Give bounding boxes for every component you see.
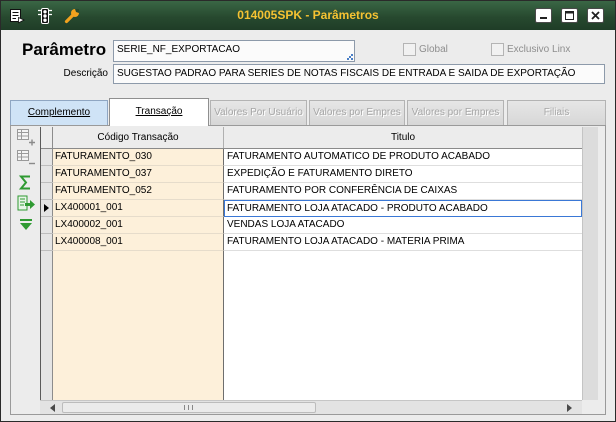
horizontal-scroll-thumb[interactable]	[62, 402, 316, 413]
column-header-titulo[interactable]: Titulo	[224, 127, 582, 148]
parametro-value: SERIE_NF_EXPORTACAO	[117, 44, 240, 55]
tab-valores-por-empresa-2[interactable]: Valores por Empres	[407, 100, 504, 125]
tab-label: Valores por Empres	[313, 107, 401, 118]
tab-valores-por-empresa[interactable]: Valores por Empres	[309, 100, 405, 125]
title-bar[interactable]: 014005SPK - Parâmetros	[1, 1, 615, 30]
tab-filiais[interactable]: Filiais	[507, 100, 606, 125]
descricao-label: Descrição	[63, 68, 108, 79]
notes-icon[interactable]	[9, 8, 25, 24]
table-row[interactable]: FATURAMENTO_037 EXPEDIÇÃO E FATURAMENTO …	[41, 166, 582, 183]
row-indicator[interactable]	[41, 217, 53, 234]
export-icon	[17, 195, 35, 211]
exclusivo-linx-checkbox[interactable]	[491, 43, 504, 56]
maximize-icon	[565, 11, 574, 20]
cell-titulo[interactable]: FATURAMENTO LOJA ATACADO - PRODUTO ACABA…	[224, 200, 582, 217]
sigma-icon	[18, 175, 30, 190]
add-row-button[interactable]	[15, 127, 37, 146]
tab-label: Valores Por Usuário	[214, 107, 303, 118]
window-title: 014005SPK - Parâmetros	[237, 8, 379, 22]
cell-codigo-transacao[interactable]: LX400002_001	[53, 217, 224, 234]
close-button[interactable]	[587, 8, 604, 23]
minimize-button[interactable]	[535, 8, 552, 23]
parametro-label: Parâmetro	[22, 40, 107, 59]
tab-complemento[interactable]: Complemento	[10, 100, 108, 125]
grip-icon	[184, 405, 193, 410]
transacao-panel: Código Transação Titulo FATURAMENTO_030 …	[10, 125, 606, 415]
cell-titulo[interactable]: EXPEDIÇÃO E FATURAMENTO DIRETO	[224, 166, 582, 183]
row-indicator[interactable]	[41, 183, 53, 200]
cell-codigo-transacao[interactable]: LX400001_001	[53, 200, 224, 217]
cell-codigo-transacao[interactable]: FATURAMENTO_030	[53, 149, 224, 166]
table-row[interactable]: LX400008_001 FATURAMENTO LOJA ATACADO - …	[41, 234, 582, 251]
tab-label: Valores por Empres	[411, 107, 500, 118]
cell-titulo[interactable]: VENDAS LOJA ATACADO	[224, 217, 582, 234]
scroll-left-icon[interactable]	[46, 402, 60, 414]
row-indicator-header	[41, 127, 53, 148]
exclusivo-linx-label: Exclusivo Linx	[507, 44, 571, 55]
cell-codigo-transacao[interactable]: FATURAMENTO_052	[53, 183, 224, 200]
move-down-button[interactable]	[15, 216, 37, 235]
grid-header: Código Transação Titulo	[41, 127, 582, 149]
vertical-scrollbar[interactable]	[582, 127, 598, 400]
cell-titulo[interactable]: FATURAMENTO POR CONFERÊNCIA DE CAIXAS	[224, 183, 582, 200]
row-indicator[interactable]	[41, 200, 53, 217]
row-indicator[interactable]	[41, 166, 53, 183]
scroll-right-icon[interactable]	[562, 402, 576, 414]
table-row[interactable]: FATURAMENTO_030 FATURAMENTO AUTOMATICO D…	[41, 149, 582, 166]
resize-grip-icon[interactable]	[347, 54, 353, 60]
close-icon	[591, 11, 600, 20]
tab-valores-por-usuario[interactable]: Valores Por Usuário	[210, 100, 307, 125]
sum-button[interactable]	[15, 173, 37, 192]
parametros-window: 014005SPK - Parâmetros Parâmetro SERIE_N…	[0, 0, 616, 422]
table-row[interactable]: LX400001_001 FATURAMENTO LOJA ATACADO - …	[41, 200, 582, 217]
remove-row-icon	[17, 150, 35, 165]
tab-label: Complemento	[27, 107, 91, 118]
cell-codigo-transacao[interactable]: LX400008_001	[53, 234, 224, 251]
table-row[interactable]: FATURAMENTO_052 FATURAMENTO POR CONFERÊN…	[41, 183, 582, 200]
cell-titulo[interactable]: FATURAMENTO LOJA ATACADO - MATERIA PRIMA	[224, 234, 582, 251]
global-checkbox[interactable]	[403, 43, 416, 56]
cell-titulo[interactable]: FATURAMENTO AUTOMATICO DE PRODUTO ACABAD…	[224, 149, 582, 166]
traffic-light-icon[interactable]	[37, 8, 53, 24]
column-header-codigo-transacao[interactable]: Código Transação	[53, 127, 224, 148]
transacao-grid[interactable]: Código Transação Titulo FATURAMENTO_030 …	[40, 127, 582, 400]
row-indicator[interactable]	[41, 234, 53, 251]
add-row-icon	[17, 129, 35, 146]
global-label: Global	[419, 44, 448, 55]
table-row[interactable]: LX400002_001 VENDAS LOJA ATACADO	[41, 217, 582, 234]
row-indicator[interactable]	[41, 149, 53, 166]
descricao-field[interactable]: SUGESTAO PADRAO PARA SERIES DE NOTAS FIS…	[113, 64, 605, 84]
minimize-icon	[540, 17, 547, 19]
tab-transacao[interactable]: Transação	[109, 98, 209, 126]
maximize-button[interactable]	[561, 8, 578, 23]
move-down-icon	[20, 219, 32, 230]
tab-label: Transação	[135, 106, 183, 117]
remove-row-button[interactable]	[15, 148, 37, 167]
row-pointer-icon	[44, 204, 49, 212]
parametro-field[interactable]: SERIE_NF_EXPORTACAO	[113, 40, 355, 62]
horizontal-scrollbar[interactable]	[40, 400, 582, 414]
wrench-icon[interactable]	[64, 8, 80, 24]
export-button[interactable]	[15, 194, 37, 213]
tab-label: Filiais	[543, 107, 570, 118]
cell-codigo-transacao[interactable]: FATURAMENTO_037	[53, 166, 224, 183]
